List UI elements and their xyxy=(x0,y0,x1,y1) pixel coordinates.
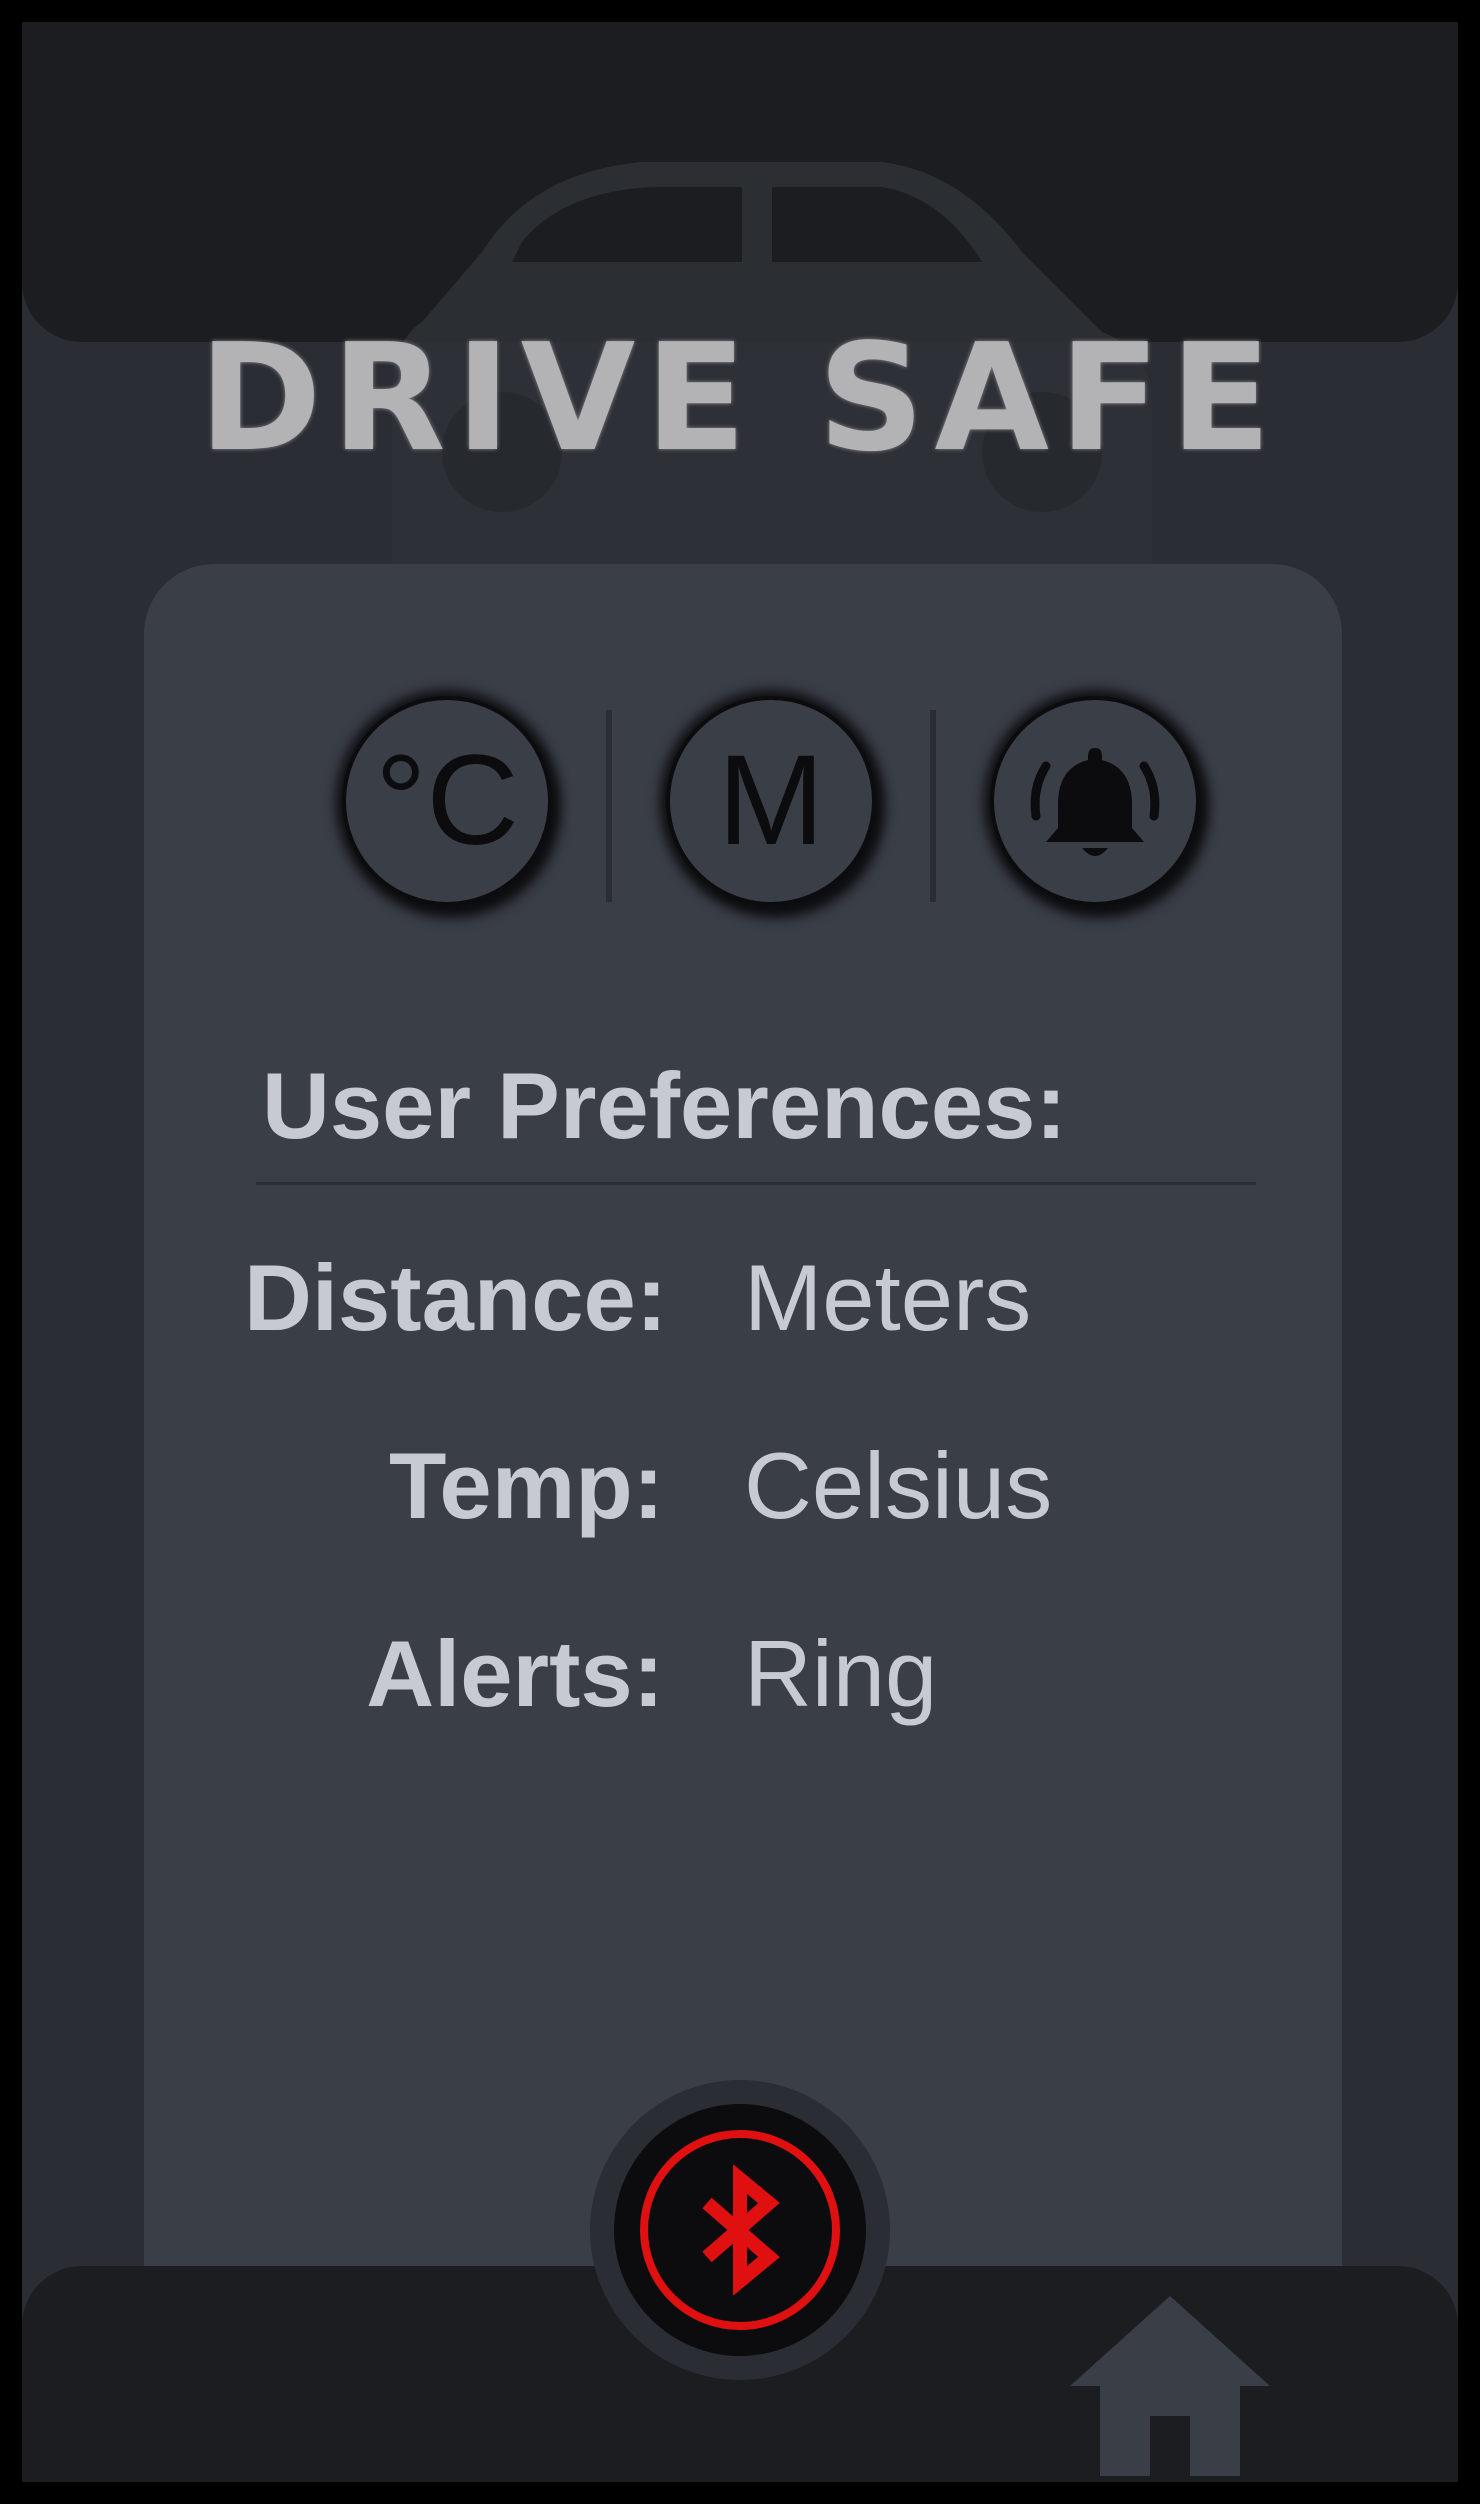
alerts-value: Ring xyxy=(744,1621,938,1726)
divider xyxy=(930,710,936,902)
distance-label: Distance: xyxy=(244,1245,668,1350)
bell-ringing-icon xyxy=(1030,748,1160,856)
alert-mode-button[interactable] xyxy=(990,696,1200,906)
bluetooth-ring xyxy=(640,2130,840,2330)
meters-icon: M xyxy=(717,729,825,872)
alerts-label: Alerts: xyxy=(366,1621,664,1726)
bluetooth-button[interactable] xyxy=(614,2104,866,2356)
divider xyxy=(606,710,612,902)
celsius-icon: °C xyxy=(375,729,519,872)
temp-label: Temp: xyxy=(388,1433,664,1538)
preferences-heading: User Preferences: xyxy=(262,1053,1067,1158)
app-screen: DRIVE SAFE °C M User Preferences: Distan… xyxy=(22,22,1458,2482)
heading-divider xyxy=(256,1182,1256,1185)
app-title: DRIVE SAFE xyxy=(198,312,1282,484)
temp-value: Celsius xyxy=(744,1433,1053,1538)
bluetooth-icon xyxy=(702,2165,780,2295)
home-icon[interactable] xyxy=(1070,2296,1270,2476)
temperature-unit-button[interactable]: °C xyxy=(342,696,552,906)
distance-unit-button[interactable]: M xyxy=(666,696,876,906)
distance-value: Meters xyxy=(744,1245,1032,1350)
